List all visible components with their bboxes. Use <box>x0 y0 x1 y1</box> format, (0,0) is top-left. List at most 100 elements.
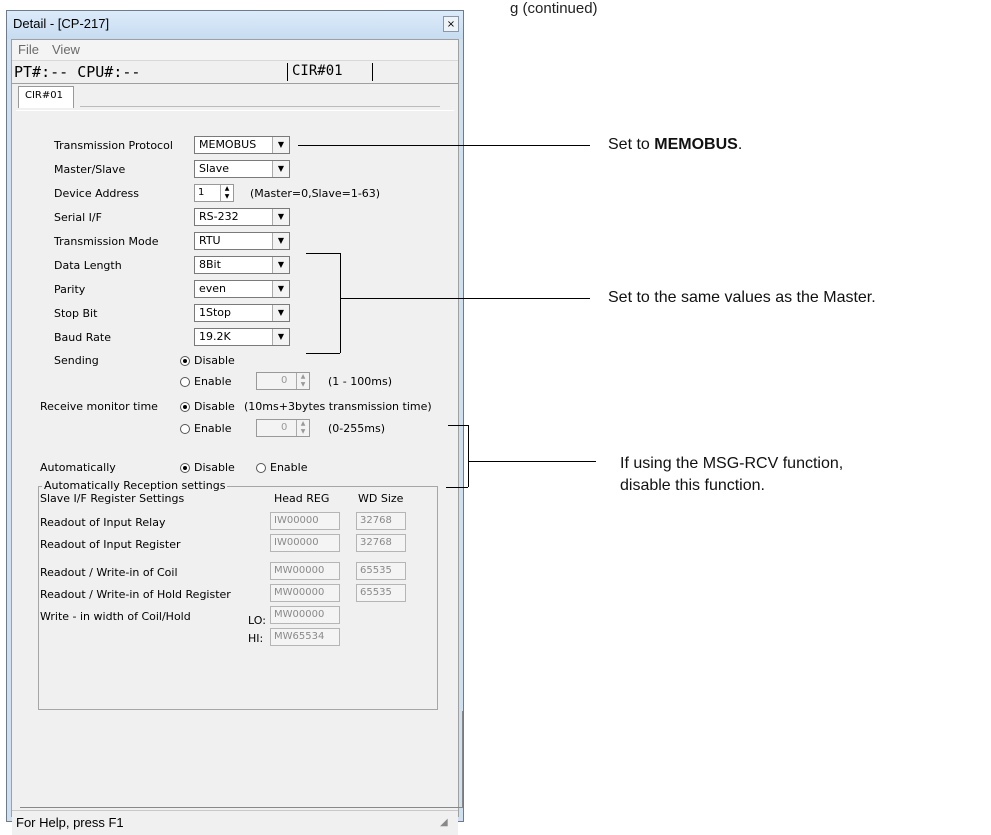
resize-grip-icon[interactable]: ◢ <box>440 817 448 828</box>
group-title: Automatically Reception settings <box>42 479 228 492</box>
device-address-spinner[interactable]: 1 ▲ ▼ <box>194 184 234 202</box>
row-coil-label: Readout / Write-in of Coil <box>40 566 178 579</box>
tab-divider <box>80 106 440 107</box>
data-length-select[interactable]: 8Bit ▼ <box>194 256 290 274</box>
status-text: For Help, press F1 <box>16 815 124 830</box>
close-button[interactable]: × <box>443 16 459 32</box>
transmission-mode-select[interactable]: RTU ▼ <box>194 232 290 250</box>
spinner-arrows-icon[interactable]: ▲ ▼ <box>220 185 233 201</box>
chevron-down-icon: ▼ <box>272 305 289 321</box>
receive-disable-label: Disable <box>194 400 235 413</box>
bracket2-top <box>448 425 468 426</box>
baud-rate-value: 19.2K <box>199 330 231 343</box>
receive-hint: (0-255ms) <box>328 422 385 435</box>
data-length-value: 8Bit <box>199 258 221 271</box>
menu-file[interactable]: File <box>18 42 39 57</box>
scroll-pane <box>20 711 463 808</box>
chevron-down-icon: ▼ <box>272 137 289 153</box>
group-header-reg: Head REG <box>274 492 330 505</box>
receive-disable-radio[interactable] <box>180 402 190 412</box>
receive-enable-label: Enable <box>194 422 232 435</box>
stop-bit-select[interactable]: 1Stop ▼ <box>194 304 290 322</box>
row-input-register-size: 32768 <box>356 534 406 552</box>
auto-enable-radio[interactable] <box>256 463 266 473</box>
tab-strip: CIR#01 <box>12 84 458 110</box>
protocol-value: MEMOBUS <box>199 138 257 151</box>
annotation-msg-rcv-1: If using the MSG-RCV function, <box>620 455 844 472</box>
cir-info: CIR#01 <box>287 63 367 81</box>
serial-if-label: Serial I/F <box>54 211 102 224</box>
menu-bar: File View <box>12 40 458 61</box>
annotation-memobus: Set to MEMOBUS. <box>608 136 742 154</box>
chevron-down-icon: ▼ <box>272 233 289 249</box>
row-hold-register-size: 65535 <box>356 584 406 602</box>
bracket-top <box>306 253 340 254</box>
row-input-register-label: Readout of Input Register <box>40 538 181 551</box>
protocol-select[interactable]: MEMOBUS ▼ <box>194 136 290 154</box>
client-area: File View PT#:-- CPU#:-- CIR#01 CIR#01 T… <box>11 39 463 835</box>
annotation-memobus-suffix: . <box>737 136 743 153</box>
hi-value: MW65534 <box>270 628 340 646</box>
stop-bit-label: Stop Bit <box>54 307 98 320</box>
hi-label: HI: <box>248 632 264 645</box>
stop-bit-value: 1Stop <box>199 306 232 319</box>
parity-value: even <box>199 282 227 295</box>
detail-window: Detail - [CP-217] × File View PT#:-- CPU… <box>6 10 464 835</box>
menu-view[interactable]: View <box>52 42 80 57</box>
chevron-down-icon: ▼ <box>272 257 289 273</box>
sending-enable-radio[interactable] <box>180 377 190 387</box>
master-slave-value: Slave <box>199 162 230 175</box>
sending-disable-label: Disable <box>194 354 235 367</box>
row-input-register-reg: IW00000 <box>270 534 340 552</box>
annotation-master-values: Set to the same values as the Master. <box>608 289 876 306</box>
tab-cir01[interactable]: CIR#01 <box>18 86 74 108</box>
receive-spinner[interactable]: 0 ▲ ▼ <box>256 419 310 437</box>
spinner-arrows-icon[interactable]: ▲ ▼ <box>296 420 309 436</box>
page-caption: g (continued) <box>510 0 598 17</box>
annotation-memobus-prefix: Set to <box>608 136 655 153</box>
leader-line-3 <box>468 461 596 462</box>
leader-line-1 <box>298 145 590 146</box>
parity-select[interactable]: even ▼ <box>194 280 290 298</box>
sending-spinner[interactable]: 0 ▲ ▼ <box>256 372 310 390</box>
bracket-bottom <box>306 353 340 354</box>
row-coil-reg: MW00000 <box>270 562 340 580</box>
annotation-msg-rcv-2: disable this function. <box>620 477 765 494</box>
row-input-relay-label: Readout of Input Relay <box>40 516 166 529</box>
status-bar: For Help, press F1 ◢ <box>12 810 458 835</box>
master-slave-label: Master/Slave <box>54 163 126 176</box>
title-bar: Detail - [CP-217] × <box>7 11 463 39</box>
chevron-down-icon: ▼ <box>272 209 289 225</box>
protocol-label: Transmission Protocol <box>54 139 173 152</box>
row-hold-register-reg: MW00000 <box>270 584 340 602</box>
annotation-memobus-bold: MEMOBUS <box>654 136 738 153</box>
receive-enable-radio[interactable] <box>180 424 190 434</box>
sending-spinner-value: 0 <box>281 375 288 386</box>
baud-rate-select[interactable]: 19.2K ▼ <box>194 328 290 346</box>
auto-disable-label: Disable <box>194 461 235 474</box>
lo-value: MW00000 <box>270 606 340 624</box>
row-hold-register-label: Readout / Write-in of Hold Register <box>40 588 231 601</box>
spinner-arrows-icon[interactable]: ▲ ▼ <box>296 373 309 389</box>
serial-if-value: RS-232 <box>199 210 239 223</box>
master-slave-select[interactable]: Slave ▼ <box>194 160 290 178</box>
sending-enable-label: Enable <box>194 375 232 388</box>
receive-spinner-value: 0 <box>281 422 288 433</box>
baud-rate-label: Baud Rate <box>54 331 111 344</box>
device-address-hint: (Master=0,Slave=1-63) <box>250 187 381 200</box>
auto-disable-radio[interactable] <box>180 463 190 473</box>
bracket2-vertical <box>468 425 469 487</box>
bracket-vertical <box>340 253 341 353</box>
receive-disable-hint: (10ms+3bytes transmission time) <box>244 400 432 413</box>
pt-cpu-info: PT#:-- CPU#:-- <box>14 63 141 81</box>
device-address-value: 1 <box>198 187 205 198</box>
parity-label: Parity <box>54 283 86 296</box>
sending-hint: (1 - 100ms) <box>328 375 392 388</box>
transmission-mode-value: RTU <box>199 234 221 247</box>
row-input-relay-size: 32768 <box>356 512 406 530</box>
serial-if-select[interactable]: RS-232 ▼ <box>194 208 290 226</box>
sending-disable-radio[interactable] <box>180 356 190 366</box>
window-title: Detail - [CP-217] <box>13 16 110 31</box>
lo-label: LO: <box>248 614 266 627</box>
chevron-down-icon: ▼ <box>272 161 289 177</box>
